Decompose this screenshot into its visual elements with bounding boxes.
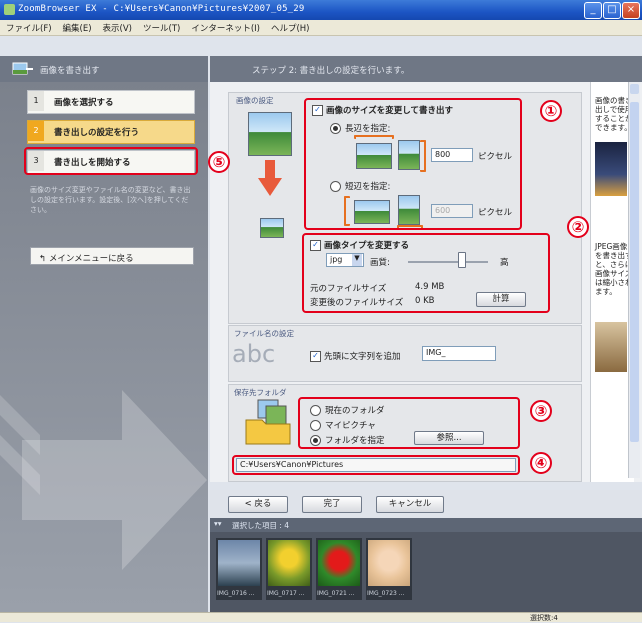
down-arrow-icon [258, 160, 282, 196]
thumbnail-caption: IMG_0723 ... [367, 590, 405, 597]
highlight-box-2 [302, 233, 550, 313]
main-header: ステップ 2: 書き出しの設定を行います。 [210, 56, 642, 82]
cancel-button[interactable]: キャンセル [376, 496, 444, 513]
highlight-box-3 [298, 397, 520, 449]
nav-button-bar: < 戻る 完了 キャンセル [210, 490, 642, 518]
toolbar-gap [0, 37, 642, 56]
status-bar: 選択数:4 [0, 612, 642, 622]
image-settings-label: 画像の設定 [236, 96, 274, 105]
thumbnail-caption: IMG_0717 ... [267, 590, 305, 597]
step-description: 画像のサイズ変更やファイル名の変更など、書き出しの設定を行います。設定後、[次へ… [30, 186, 191, 214]
thumbnail-image-flower [318, 540, 360, 586]
left-panel-header: 画像を書き出す [0, 56, 208, 82]
collapse-icon[interactable]: ▾▾ [214, 519, 222, 528]
callout-5: ⑤ [208, 151, 230, 173]
thumbnail[interactable]: IMG_0716 ... [216, 538, 262, 600]
export-icon [12, 62, 33, 75]
step-number: 2 [28, 121, 44, 141]
step-label: 画像を選択する [54, 98, 114, 108]
menu-tools[interactable]: ツール(T) [137, 20, 185, 34]
thumbnail-caption: IMG_0716 ... [217, 590, 255, 597]
back-button[interactable]: < 戻る [228, 496, 288, 513]
step-heading: ステップ 2: 書き出しの設定を行います。 [252, 66, 410, 76]
night-city-image [595, 142, 627, 196]
scroll-up-icon[interactable] [630, 84, 639, 94]
minimize-button[interactable]: _ [584, 2, 602, 19]
highlight-box-4 [232, 455, 520, 475]
landscape-small-icon [260, 218, 284, 238]
thumbnail[interactable]: IMG_0723 ... [366, 538, 412, 600]
highlight-box-5 [24, 147, 198, 175]
folder-icon [245, 399, 291, 445]
menu-edit[interactable]: 編集(E) [57, 20, 97, 34]
thumbnail-image-sunflowers [268, 540, 310, 586]
prefix-input[interactable]: IMG_ [422, 346, 496, 361]
return-icon: ↰ [39, 254, 49, 264]
step-label: 書き出しの設定を行う [54, 128, 140, 138]
thumbnail-image-lake [218, 540, 260, 586]
step-number: 1 [28, 91, 44, 111]
destination-label: 保存先フォルダ [234, 388, 287, 397]
done-button[interactable]: 完了 [302, 496, 362, 513]
back-menu-label: メインメニューに戻る [48, 254, 134, 264]
close-button[interactable]: × [622, 2, 640, 19]
thumbnail[interactable]: IMG_0717 ... [266, 538, 312, 600]
maximize-button[interactable]: □ [603, 2, 621, 19]
callout-2: ② [567, 216, 589, 238]
title-bar: ZoomBrowser EX - C:¥Users¥Canon¥Pictures… [0, 0, 642, 20]
thumbnail-caption: IMG_0721 ... [317, 590, 355, 597]
callout-4: ④ [530, 452, 552, 474]
building-image [595, 322, 627, 372]
selected-items-header: ▾▾ 選択した項目 : 4 [210, 518, 642, 532]
decorative-stripes [0, 395, 40, 495]
app-icon [4, 4, 15, 15]
thumbnail[interactable]: IMG_0721 ... [316, 538, 362, 600]
selected-count: 選択した項目 : 4 [232, 521, 290, 530]
prefix-checkbox[interactable]: ✓ 先頭に文字列を追加 [310, 350, 401, 362]
checkbox-checked: ✓ [310, 351, 321, 362]
menu-internet[interactable]: インターネット(I) [185, 20, 265, 34]
left-header-title: 画像を書き出す [40, 66, 100, 76]
menu-view[interactable]: 表示(V) [97, 20, 137, 34]
step-1[interactable]: 1 画像を選択する [27, 90, 195, 114]
prefix-label: 先頭に文字列を追加 [324, 352, 401, 362]
landscape-large-icon [248, 112, 292, 156]
step-2[interactable]: 2 書き出しの設定を行う [27, 120, 195, 144]
decorative-arrow-icon [22, 390, 207, 570]
callout-3: ③ [530, 400, 552, 422]
scroll-thumb[interactable] [630, 102, 639, 442]
filename-sample: abc [232, 340, 276, 368]
main-scrollbar[interactable] [628, 82, 640, 478]
menu-file[interactable]: ファイル(F) [0, 20, 57, 34]
filename-label: ファイル名の設定 [234, 329, 294, 338]
menu-bar: ファイル(F) 編集(E) 表示(V) ツール(T) インターネット(I) ヘルプ(H) [0, 20, 642, 36]
callout-1: ① [540, 100, 562, 122]
thumbnail-strip: IMG_0716 ... IMG_0717 ... IMG_0721 ... I… [210, 532, 642, 612]
highlight-box-1 [304, 98, 522, 230]
thumbnail-image-baby [368, 540, 410, 586]
window-title: ZoomBrowser EX - C:¥Users¥Canon¥Pictures… [18, 4, 305, 14]
back-to-main-menu[interactable]: ↰ メインメニューに戻る [30, 247, 194, 265]
menu-help[interactable]: ヘルプ(H) [265, 20, 315, 34]
